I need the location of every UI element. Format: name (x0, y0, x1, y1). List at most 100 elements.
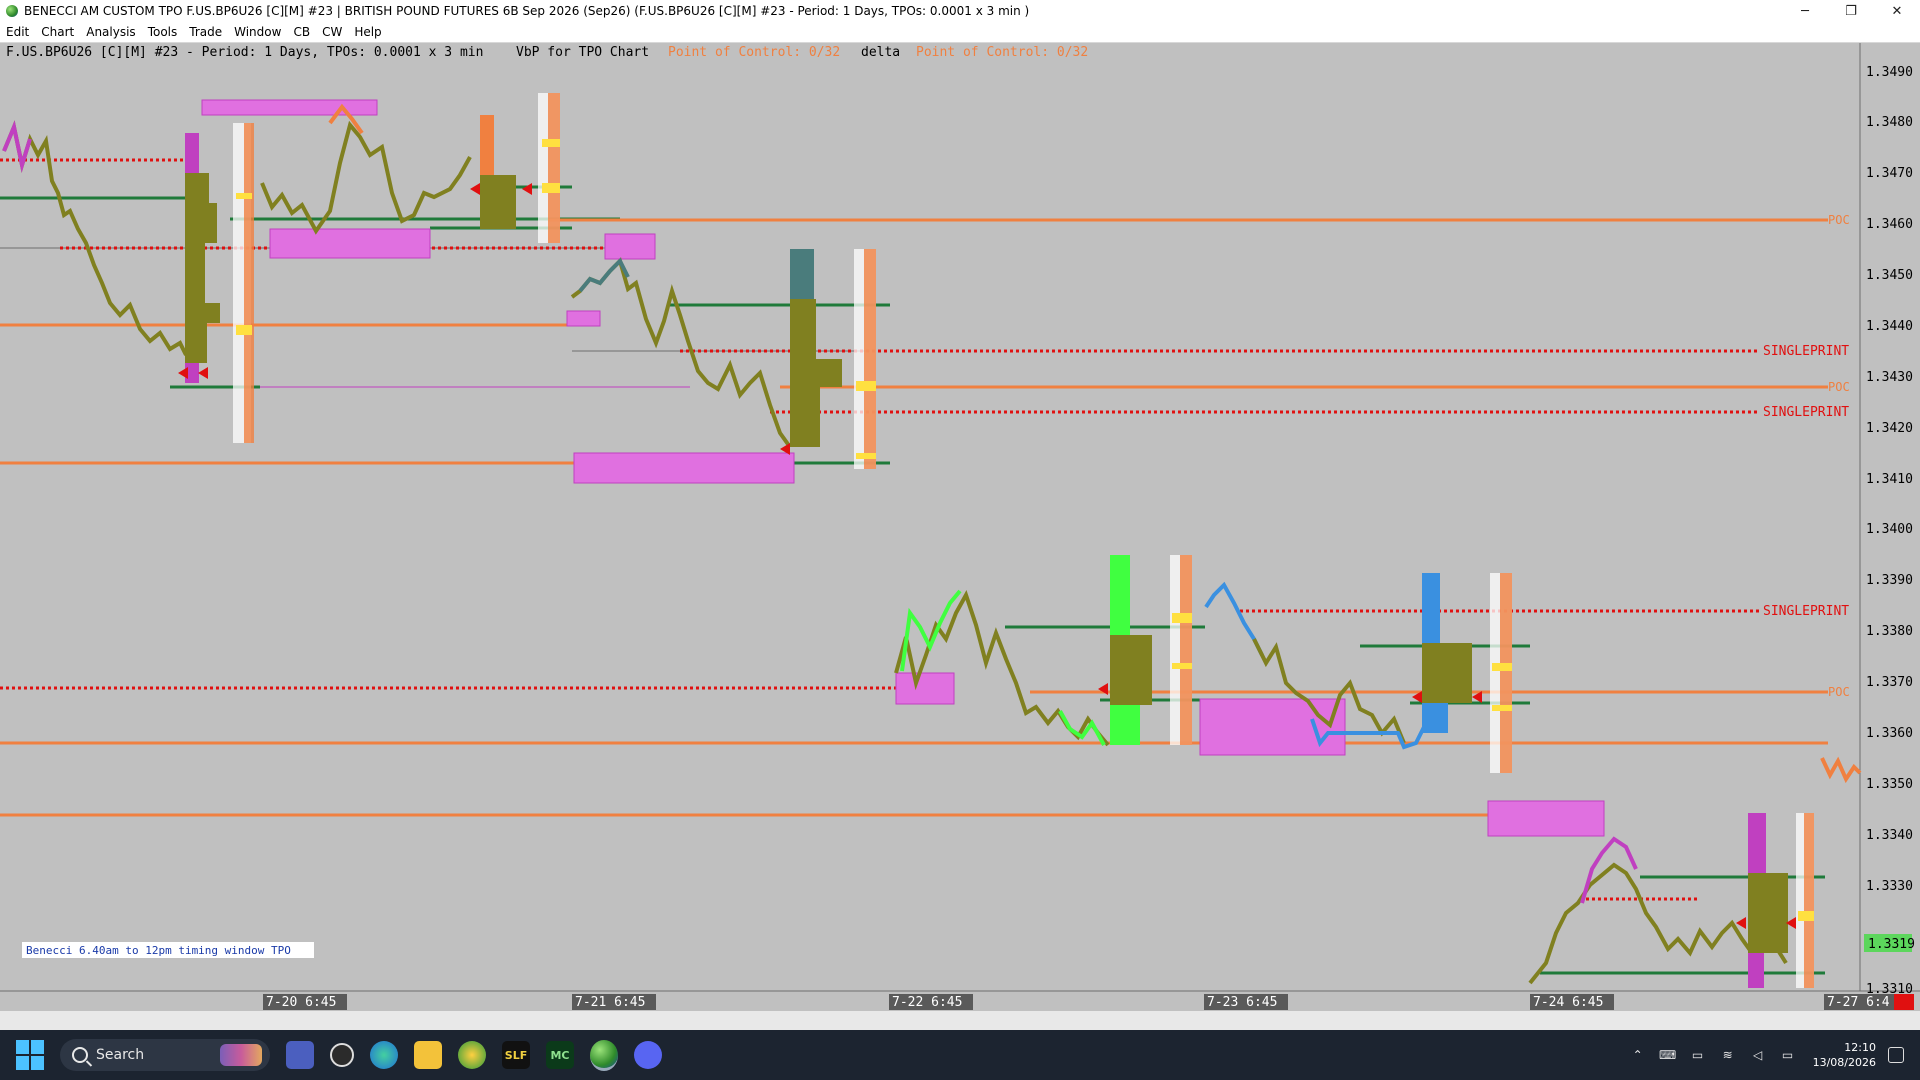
browser-icon[interactable] (458, 1041, 486, 1069)
menu-cb[interactable]: CB (287, 25, 316, 39)
menu-help[interactable]: Help (348, 25, 387, 39)
price-tick: 1.3450 (1866, 268, 1913, 283)
search-placeholder: Search (96, 1047, 145, 1063)
clock-time: 12:10 (1844, 1041, 1876, 1054)
price-tick: 1.3340 (1866, 828, 1913, 843)
price-tick: 1.3380 (1866, 624, 1913, 639)
price-axis: 1.3490 1.3480 1.3470 1.3460 1.3450 1.344… (1866, 65, 1913, 997)
time-tick: 7-27 6:4 (1827, 995, 1890, 1010)
poc-level-label: POC (1828, 380, 1850, 394)
keyboard-icon[interactable]: ⌨ (1659, 1048, 1676, 1062)
start-button[interactable] (16, 1040, 46, 1070)
price-tick: 1.3460 (1866, 217, 1913, 232)
time-cursor-badge (1894, 994, 1914, 1010)
close-button[interactable]: ✕ (1874, 0, 1920, 22)
price-tick: 1.3440 (1866, 319, 1913, 334)
poc-marker-icon (1736, 917, 1746, 929)
time-tick: 7-22 6:45 (892, 995, 962, 1010)
range-box (1487, 800, 1605, 837)
display-icon[interactable]: ▭ (1690, 1048, 1706, 1062)
teams-icon[interactable] (286, 1041, 314, 1069)
price-tick: 1.3400 (1866, 522, 1913, 537)
price-tick: 1.3370 (1866, 675, 1913, 690)
window-title: BENECCI AM CUSTOM TPO F.US.BP6U26 [C][M]… (24, 4, 1030, 18)
price-tick: 1.3470 (1866, 166, 1913, 181)
window-controls: ─ ❐ ✕ (1782, 0, 1920, 22)
menu-chart[interactable]: Chart (35, 25, 80, 39)
mc-icon[interactable]: MC (546, 1041, 574, 1069)
title-bar: BENECCI AM CUSTOM TPO F.US.BP6U26 [C][M]… (0, 0, 1920, 22)
price-tick: 1.3430 (1866, 370, 1913, 385)
tpo-path (570, 257, 792, 449)
time-axis: 7-20 6:45 7-21 6:45 7-22 6:45 7-23 6:45 … (263, 994, 1914, 1010)
horizontal-scrollbar[interactable] (0, 1011, 1920, 1030)
tpo-path (260, 120, 472, 235)
profile-day-1 (185, 123, 254, 443)
chart-area[interactable]: F.US.BP6U26 [C][M] #23 - Period: 1 Days,… (0, 43, 1920, 1030)
notification-icon[interactable] (1888, 1047, 1904, 1063)
poc-marker-icon (470, 183, 480, 195)
time-tick: 7-21 6:45 (575, 995, 645, 1010)
level-lines (0, 158, 1828, 975)
edge-icon[interactable] (370, 1041, 398, 1069)
explorer-icon[interactable] (414, 1041, 442, 1069)
poc-level-label: POC (1828, 685, 1850, 699)
singleprint-level-label: SINGLEPRINT (1763, 405, 1849, 420)
app-icon (6, 5, 18, 17)
poc-marker-icon (198, 367, 208, 379)
range-box (604, 233, 656, 260)
poc-level-label: POC (1828, 213, 1850, 227)
range-box (566, 310, 601, 327)
price-tick: 1.3330 (1866, 879, 1913, 894)
system-tray: ⌃ ⌨ ▭ ≋ ◁ ▭ 12:10 13/08/2026 (1623, 1030, 1920, 1080)
slf-icon[interactable]: SLF (502, 1041, 530, 1069)
wifi-icon[interactable]: ≋ (1720, 1048, 1736, 1062)
singleprint-level-label: SINGLEPRINT (1763, 604, 1849, 619)
price-tick: 1.3390 (1866, 573, 1913, 588)
range-box (573, 452, 795, 484)
chevron-up-icon[interactable]: ⌃ (1630, 1048, 1646, 1062)
profile-day-3 (790, 249, 876, 469)
timing-window-label: Benecci 6.40am to 12pm timing window TPO (26, 944, 291, 957)
tpo-chart[interactable]: F.US.BP6U26 [C][M] #23 - Period: 1 Days,… (0, 43, 1920, 1030)
tpo-path (1820, 756, 1862, 784)
study-poc-label: Point of Control: 0/32 (668, 45, 840, 60)
restore-button[interactable]: ❐ (1828, 0, 1874, 22)
study-vbp-label: VbP for TPO Chart (516, 45, 649, 60)
volume-icon[interactable]: ◁ (1750, 1048, 1766, 1062)
singleprint-level-label: SINGLEPRINT (1763, 344, 1849, 359)
time-tick: 7-24 6:45 (1533, 995, 1603, 1010)
search-icon (72, 1047, 88, 1063)
chart-symbol-header: F.US.BP6U26 [C][M] #23 - Period: 1 Days,… (6, 45, 483, 60)
clock-date: 13/08/2026 (1812, 1056, 1876, 1069)
menu-window[interactable]: Window (228, 25, 287, 39)
poc-marker-icon (522, 183, 532, 195)
tpo-path (894, 590, 1110, 747)
menu-cw[interactable]: CW (316, 25, 348, 39)
clock[interactable]: 12:10 13/08/2026 (1813, 1040, 1876, 1070)
menu-tools[interactable]: Tools (142, 25, 184, 39)
price-tick: 1.3420 (1866, 421, 1913, 436)
menu-analysis[interactable]: Analysis (80, 25, 141, 39)
menu-bar: Edit Chart Analysis Tools Trade Window C… (0, 22, 1920, 43)
search-box[interactable]: Search (60, 1039, 270, 1071)
price-tick: 1.3410 (1866, 472, 1913, 487)
search-highlight-icon (220, 1044, 262, 1066)
profile-day-6 (1748, 813, 1814, 988)
maps-icon[interactable] (330, 1043, 354, 1067)
sierra-icon[interactable] (590, 1039, 618, 1071)
tpo-path (1204, 581, 1264, 656)
tpo-path (1528, 862, 1788, 985)
minimize-button[interactable]: ─ (1782, 0, 1828, 22)
range-box (895, 672, 955, 705)
menu-edit[interactable]: Edit (0, 25, 35, 39)
study-delta-label: delta (861, 45, 900, 60)
range-box (1199, 698, 1346, 756)
profile-day-4 (1110, 555, 1192, 745)
poc-marker-icon (178, 367, 188, 379)
battery-icon[interactable]: ▭ (1780, 1048, 1796, 1062)
current-price: 1.3319 (1868, 937, 1915, 952)
menu-trade[interactable]: Trade (183, 25, 228, 39)
price-tick: 1.3490 (1866, 65, 1913, 80)
discord-icon[interactable] (634, 1041, 662, 1069)
